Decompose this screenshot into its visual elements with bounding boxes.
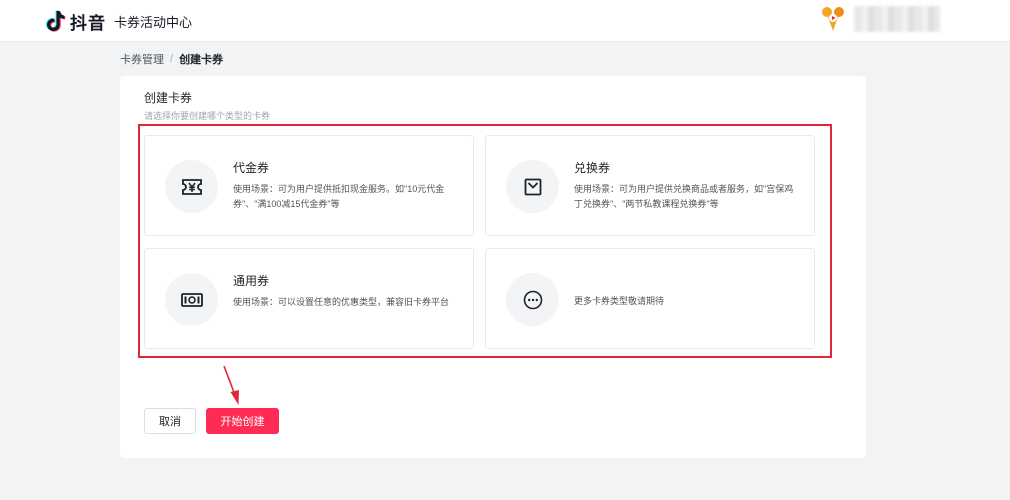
- breadcrumb-current: 创建卡券: [179, 54, 224, 66]
- cancel-button[interactable]: 取消: [144, 408, 196, 434]
- user-name: [854, 6, 940, 32]
- brand-logo[interactable]: 抖音 卡券活动中心: [44, 8, 192, 34]
- card-icon-circle: [165, 160, 218, 213]
- coupon-type-card-more: 更多卡券类型敬请期待: [485, 248, 815, 349]
- card-icon-circle: [165, 273, 218, 326]
- coupon-type-card-exchange[interactable]: 兑换券 使用场景：可为用户提供兑换商品或者服务，如"宫保鸡丁兑换券"、"两节私教…: [485, 135, 815, 236]
- merchant-avatar-icon: [822, 7, 844, 31]
- yen-ticket-icon: [181, 178, 202, 195]
- card-description: 使用场景：可以设置任意的优惠类型，兼容旧卡券平台: [233, 297, 450, 307]
- brand-name: 抖音: [70, 13, 106, 33]
- annotation-highlight-frame: 代金券 使用场景：可为用户提供抵扣现金服务。如"10元代金券"、"满100减15…: [138, 124, 832, 358]
- card-description: 更多卡券类型敬请期待: [574, 296, 665, 306]
- coupon-type-card-voucher[interactable]: 代金券 使用场景：可为用户提供抵扣现金服务。如"10元代金券"、"满100减15…: [144, 135, 474, 236]
- card-title: 通用券: [233, 274, 270, 288]
- annotation-arrow-icon: [223, 365, 239, 405]
- douyin-logo-icon: [46, 10, 66, 32]
- card-icon-circle: [506, 273, 559, 326]
- panel-hint: 请选择你要创建哪个类型的卡券: [144, 111, 271, 121]
- cash-icon: [180, 292, 203, 307]
- more-icon: [523, 290, 542, 309]
- breadcrumb-parent[interactable]: 卡券管理: [120, 51, 164, 67]
- card-title: 兑换券: [574, 161, 611, 175]
- breadcrumb: 卡券管理 / 创建卡券: [120, 51, 223, 67]
- top-bar: 抖音 卡券活动中心: [0, 0, 1010, 42]
- card-icon-circle: [506, 160, 559, 213]
- user-profile[interactable]: [818, 4, 940, 34]
- start-create-button[interactable]: 开始创建: [206, 408, 279, 434]
- card-title: 代金券: [233, 161, 270, 175]
- coupon-type-card-general[interactable]: 通用券 使用场景：可以设置任意的优惠类型，兼容旧卡券平台: [144, 248, 474, 349]
- panel-title: 创建卡券: [144, 91, 193, 105]
- app-subtitle: 卡券活动中心: [114, 14, 193, 30]
- card-description: 使用场景：可为用户提供兑换商品或者服务，如"宫保鸡丁兑换券"、"两节私教课程兑换…: [574, 184, 794, 209]
- envelope-icon: [524, 178, 541, 195]
- breadcrumb-separator: /: [170, 53, 174, 65]
- card-description: 使用场景：可为用户提供抵扣现金服务。如"10元代金券"、"满100减15代金券"…: [233, 184, 445, 209]
